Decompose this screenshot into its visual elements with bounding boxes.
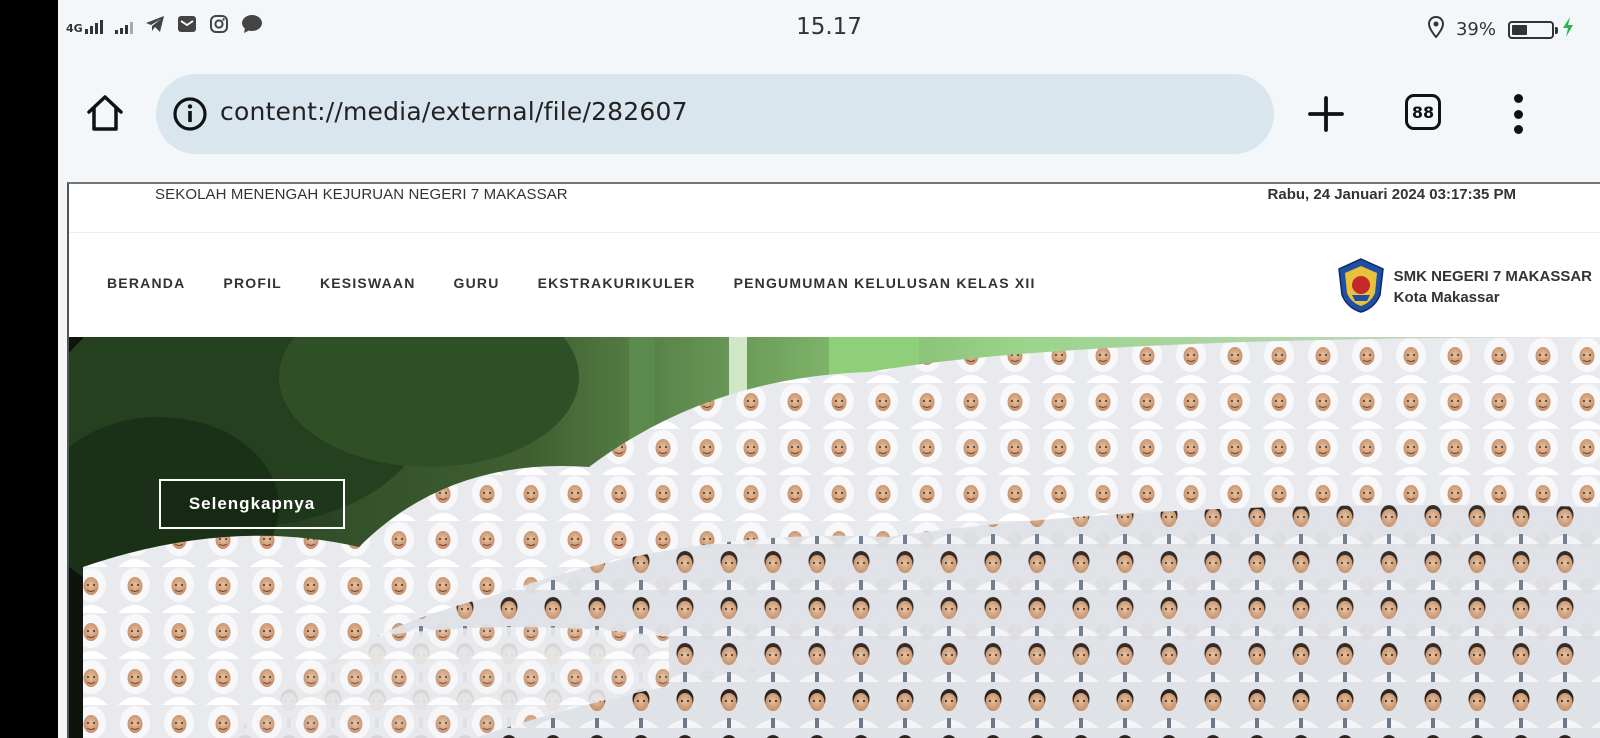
- battery-percent: 39%: [1455, 19, 1496, 40]
- clock: 15.17: [796, 14, 862, 40]
- nav-item-guru[interactable]: GURU: [454, 275, 500, 291]
- nav-item-pengumuman-kelulusan[interactable]: PENGUMUMAN KELULUSAN KELAS XII: [734, 275, 1036, 291]
- brand-block[interactable]: SMK NEGERI 7 MAKASSAR Kota Makassar: [1336, 257, 1592, 313]
- status-right-icons: 39%: [1427, 15, 1574, 43]
- nav-item-ekstrakurikuler[interactable]: EKSTRAKURIKULER: [538, 275, 696, 291]
- tabs-switcher-button[interactable]: 88: [1405, 94, 1441, 130]
- left-black-edge: [0, 0, 58, 738]
- url-bar[interactable]: content://media/external/file/282607: [156, 74, 1274, 154]
- brand-city: Kota Makassar: [1393, 289, 1500, 306]
- web-page: SEKOLAH MENENGAH KEJURUAN NEGERI 7 MAKAS…: [67, 182, 1600, 738]
- school-full-name: SEKOLAH MENENGAH KEJURUAN NEGERI 7 MAKAS…: [155, 186, 568, 203]
- info-icon[interactable]: [172, 96, 208, 132]
- hero-banner: Selengkapnya: [69, 337, 1600, 738]
- selengkapnya-button[interactable]: Selengkapnya: [159, 479, 345, 529]
- hero-photo-students: [69, 337, 1600, 738]
- browser-toolbar: content://media/external/file/282607 88: [58, 58, 1600, 170]
- more-vert-icon[interactable]: [1508, 94, 1528, 134]
- charging-icon: [1562, 16, 1574, 43]
- school-logo: [1337, 258, 1384, 313]
- battery-fill: [1512, 24, 1527, 35]
- new-tab-plus-icon[interactable]: [1304, 92, 1348, 136]
- top-info-bar: SEKOLAH MENENGAH KEJURUAN NEGERI 7 MAKAS…: [69, 184, 1600, 233]
- home-icon[interactable]: [84, 92, 126, 134]
- status-bar: 4G 15.17 39%: [58, 0, 1600, 58]
- nav-item-beranda[interactable]: BERANDA: [107, 275, 185, 291]
- brand-name: SMK NEGERI 7 MAKASSAR: [1393, 268, 1592, 285]
- main-navigation: BERANDA PROFIL KESISWAAN GURU EKSTRAKURI…: [69, 233, 1600, 337]
- current-datetime: Rabu, 24 Januari 2024 03:17:35 PM: [1267, 186, 1516, 203]
- nav-item-profil[interactable]: PROFIL: [223, 275, 282, 291]
- nav-item-kesiswaan[interactable]: KESISWAAN: [320, 275, 416, 291]
- location-icon: [1427, 15, 1444, 43]
- url-text[interactable]: content://media/external/file/282607: [220, 97, 688, 126]
- phone-screen: 4G 15.17 39% content://media/external/fi…: [58, 0, 1600, 738]
- battery-icon: [1508, 20, 1558, 39]
- nav-menu: BERANDA PROFIL KESISWAAN GURU EKSTRAKURI…: [107, 275, 1074, 291]
